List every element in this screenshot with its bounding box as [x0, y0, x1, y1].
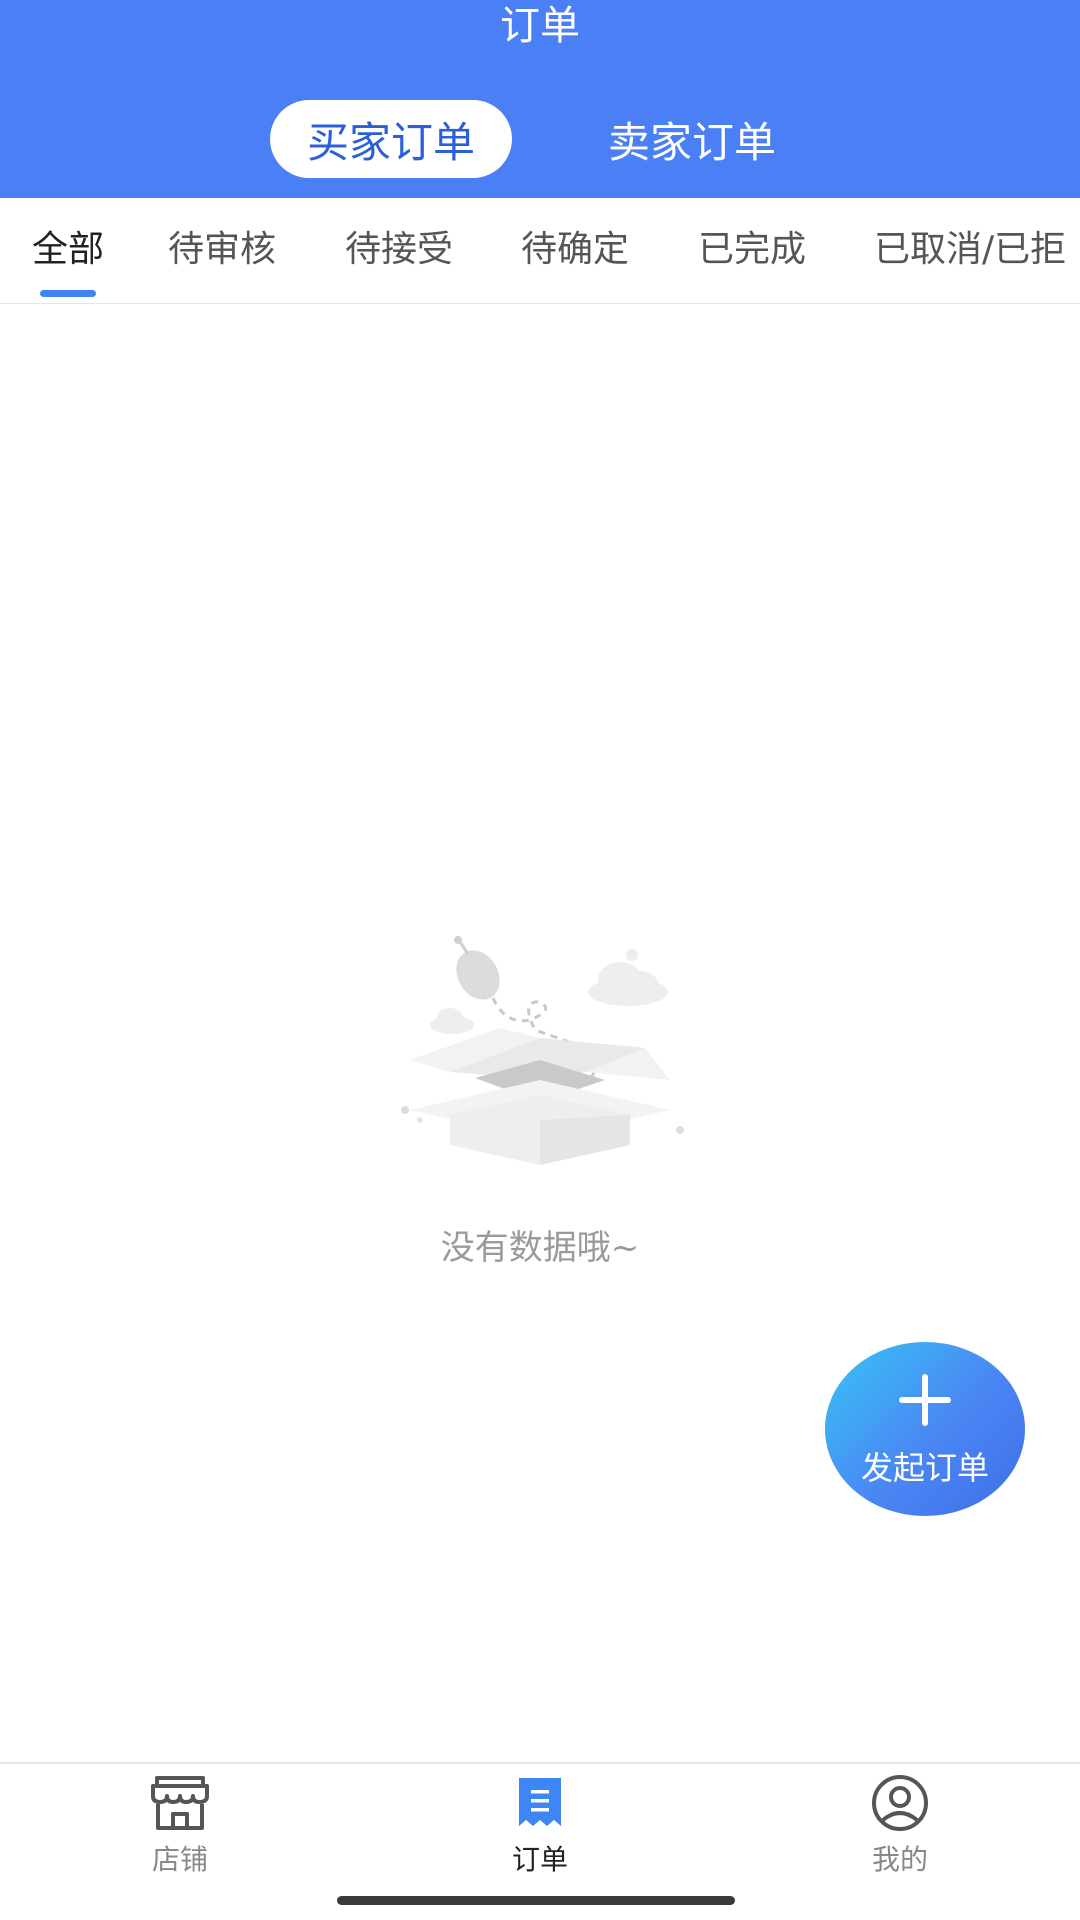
tab-indicator [40, 290, 96, 297]
orders-page: 订单 买家订单 卖家订单 全部 待审核 待接受 待确定 已完成 已取消/已拒 没… [0, 0, 1080, 1920]
tab-all[interactable]: 全部 [32, 228, 104, 272]
create-order-label: 发起订单 [860, 1449, 989, 1487]
empty-box-icon [401, 936, 684, 1165]
nav-label-orders: 订单 [511, 1843, 568, 1876]
plus-icon [899, 1374, 951, 1426]
tab-cancelled-rejected[interactable]: 已取消/已拒 [874, 228, 1066, 272]
nav-item-store[interactable]: 店铺 [100, 1774, 260, 1878]
segment-buyer-orders[interactable]: 买家订单 [270, 100, 512, 178]
user-icon [872, 1775, 928, 1831]
empty-message: 没有数据哦~ [440, 1228, 640, 1268]
store-icon [151, 1776, 209, 1830]
tab-pending-accept[interactable]: 待接受 [345, 228, 453, 272]
tab-pending-review[interactable]: 待审核 [168, 228, 276, 272]
tab-completed[interactable]: 已完成 [698, 228, 806, 272]
home-indicator [337, 1896, 735, 1905]
page-title: 订单 [500, 3, 580, 49]
nav-item-me[interactable]: 我的 [820, 1774, 980, 1878]
header: 订单 买家订单 卖家订单 [0, 0, 1080, 198]
nav-label-me: 我的 [871, 1843, 928, 1876]
create-order-button[interactable]: 发起订单 [825, 1342, 1025, 1516]
nav-label-store: 店铺 [151, 1843, 208, 1876]
order-list-icon [519, 1778, 561, 1826]
tab-pending-confirm[interactable]: 待确定 [521, 228, 629, 272]
segment-seller-orders[interactable]: 卖家订单 [578, 100, 806, 178]
status-tabs: 全部 待审核 待接受 待确定 已完成 已取消/已拒 [0, 198, 1080, 304]
nav-item-orders[interactable]: 订单 [460, 1774, 620, 1878]
